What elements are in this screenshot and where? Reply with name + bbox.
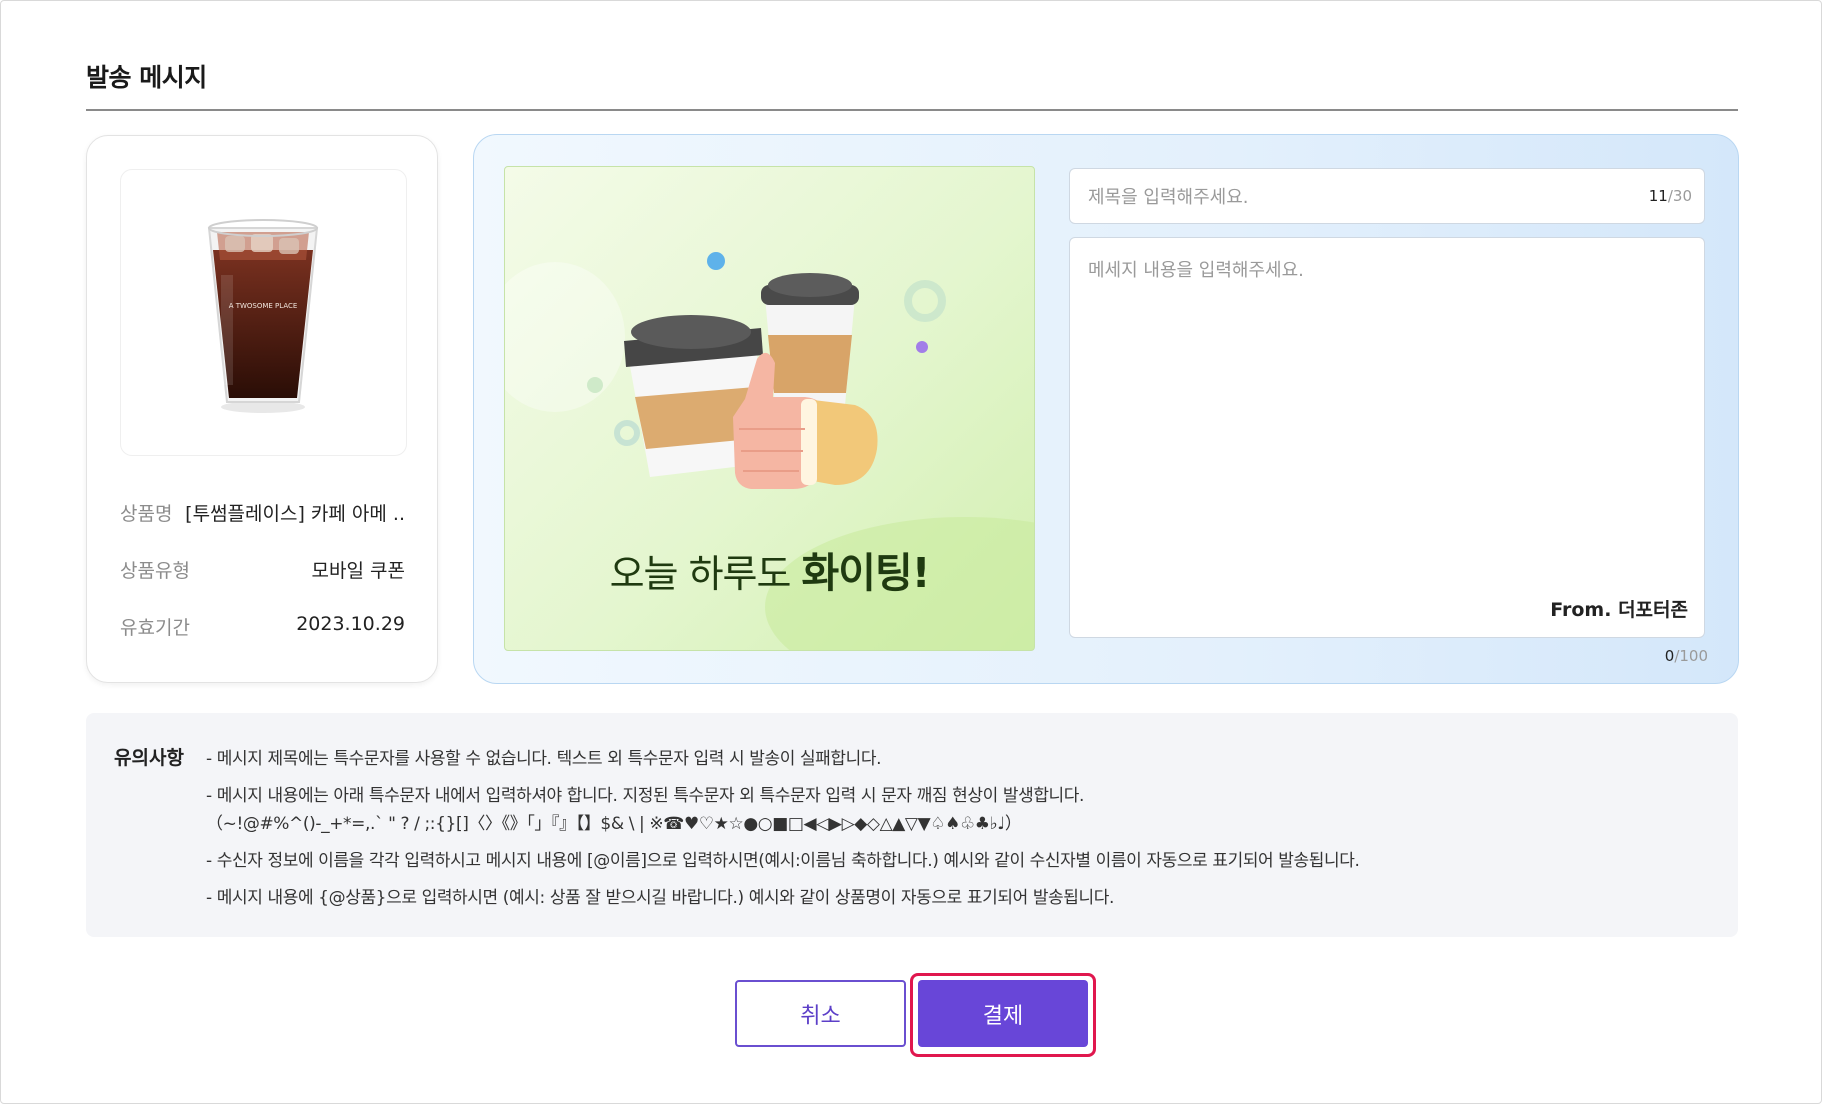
subject-max: /30 [1667,187,1692,205]
expiry-value: 2023.10.29 [296,613,405,635]
product-card: A TWOSOME PLACE 상품명 [투썸플레이스] 카페 아메 .. 상품… [86,135,438,683]
subject-field: 11/30 [1069,168,1705,225]
subject-counter: 11/30 [1649,187,1692,205]
cup-brand-text: A TWOSOME PLACE [229,302,298,310]
subject-count: 11 [1648,187,1668,205]
notice-line: - 메시지 내용에는 아래 특수문자 내에서 입력하셔야 합니다. 지정된 특수… [206,786,1085,806]
product-type-label: 상품유형 [120,560,190,582]
product-name-row: 상품명 [투썸플레이스] 카페 아메 .. [120,499,405,529]
notice-box: 유의사항 - 메시지 제목에는 특수문자를 사용할 수 없습니다. 텍스트 외 … [86,713,1738,937]
expiry-row: 유효기간 2023.10.29 [120,613,405,643]
body-max: /100 [1674,647,1708,665]
cancel-button[interactable]: 취소 [735,980,906,1047]
message-body-field: From. 더포터존 [1069,237,1705,638]
product-type-row: 상품유형 모바일 쿠폰 [120,556,405,586]
from-label: From. 더포터존 [1550,599,1688,621]
notice-title: 유의사항 [114,747,184,769]
subject-input[interactable] [1086,169,1630,225]
iced-coffee-cup-image: A TWOSOME PLACE [207,219,319,413]
body-counter: 0/100 [1665,647,1708,665]
product-name-label: 상품명 [120,503,173,525]
notice-line: - 수신자 정보에 이름을 각각 입력하시고 메시지 내용에 [@이름]으로 입… [206,851,1360,871]
body-count: 0 [1664,647,1675,665]
notice-line: - 메시지 내용에 {@상품}으로 입력하시면 (예시: 상품 잘 받으시길 바… [206,888,1115,908]
expiry-label: 유효기간 [120,617,190,639]
message-panel: 오늘 하루도 화이팅! 11/30 From. 더포터존 0/100 [473,134,1739,684]
card-caption: 오늘 하루도 화이팅! [505,539,1034,599]
title-divider [86,109,1738,111]
message-card-image[interactable]: 오늘 하루도 화이팅! [504,166,1035,651]
notice-line: - 메시지 제목에는 특수문자를 사용할 수 없습니다. 텍스트 외 특수문자 … [206,749,882,769]
section-title: 발송 메시지 [86,63,207,92]
notice-special-chars: （~!@#%^()-_+*=,.` " ? / ;:{}[]〈〉《》「」『』【】… [206,814,1022,834]
product-name-value: [투썸플레이스] 카페 아메 .. [185,503,405,525]
product-type-value: 모바일 쿠폰 [311,560,405,582]
message-body-input[interactable] [1086,254,1690,578]
card-caption-bold: 화이팅! [801,549,931,597]
product-image: A TWOSOME PLACE [120,169,407,456]
card-caption-normal: 오늘 하루도 [609,552,802,596]
pay-button[interactable]: 결제 [918,980,1088,1047]
